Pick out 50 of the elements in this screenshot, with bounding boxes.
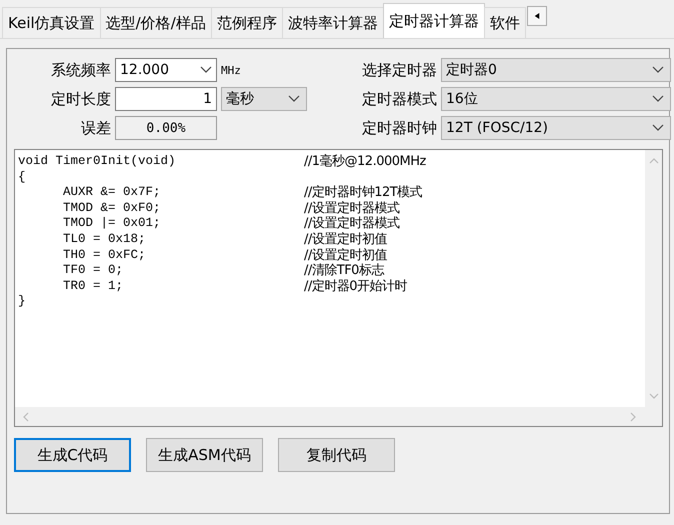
chevron-down-icon xyxy=(200,66,212,74)
code-comment: //清除TF0标志 xyxy=(304,263,384,279)
code-comment: //定时器时钟12T模式 xyxy=(304,185,422,201)
scroll-left-icon[interactable] xyxy=(21,412,31,422)
dropdown[interactable]: 16位 xyxy=(441,87,671,111)
unit-dropdown[interactable]: 毫秒 xyxy=(221,87,307,111)
action-button[interactable]: 复制代码 xyxy=(278,438,395,472)
duration-input[interactable]: 1 xyxy=(115,87,217,111)
field-label: 定时器时钟 xyxy=(361,118,437,138)
code-line: TR0 = 1; xyxy=(62,278,124,294)
chevron-down-icon xyxy=(652,124,664,132)
chevron-down-icon xyxy=(652,66,664,74)
scroll-right-icon[interactable] xyxy=(628,412,638,422)
field-label: 系统频率 xyxy=(50,60,111,80)
dropdown[interactable]: 定时器0 xyxy=(441,58,671,82)
field-label: 定时长度 xyxy=(50,90,111,108)
action-button[interactable]: 生成ASM代码 xyxy=(146,438,263,472)
field-label: 选择定时器 xyxy=(361,60,437,80)
code-comment: //1毫秒@12.000MHz xyxy=(304,154,426,170)
code-line: TMOD |= 0x01; xyxy=(62,216,162,232)
code-line: TF0 = 0; xyxy=(62,263,124,279)
code-line: { xyxy=(18,170,27,186)
field-label: 定时器模式 xyxy=(361,90,437,108)
code-line: TH0 = 0xFC; xyxy=(62,248,147,264)
code-comment: //设置定时初值 xyxy=(304,248,387,263)
code-line: } xyxy=(18,294,27,310)
chevron-down-icon xyxy=(288,95,300,103)
tab[interactable]: 软件 xyxy=(484,7,526,38)
scroll-down-icon[interactable] xyxy=(648,391,658,401)
action-button[interactable]: 生成C代码 xyxy=(14,438,131,472)
field-label: 误差 xyxy=(80,118,111,138)
code-line: AUXR &= 0x7F; xyxy=(62,185,162,201)
tab[interactable]: 定时器计算器 xyxy=(382,3,485,38)
code-line: void Timer0Init(void) xyxy=(18,154,177,170)
frequency-combo[interactable]: 12.000 xyxy=(115,58,217,82)
dropdown[interactable]: 12T (FOSC/12) xyxy=(441,116,671,140)
tab-scroll-button[interactable] xyxy=(526,6,547,26)
code-comment: //定时器0开始计时 xyxy=(304,278,408,294)
code-comment: //设置定时器模式 xyxy=(304,216,400,232)
scroll-up-icon[interactable] xyxy=(648,156,658,166)
triangle-left-icon xyxy=(534,12,540,20)
unit-label: MHz xyxy=(221,64,241,76)
code-line: TL0 = 0x18; xyxy=(62,232,147,248)
code-line: TMOD &= 0xF0; xyxy=(62,200,162,216)
chevron-down-icon xyxy=(652,95,664,103)
error-value: 0.00% xyxy=(115,116,217,140)
tab[interactable]: Keil仿真设置 xyxy=(2,7,101,38)
code-editor[interactable]: void Timer0Init(void) //1毫秒@12.000MHz { AUXR &= 0x7F; //定时器时钟12T模式 TMOD &= 0xF0; //设置定时器模式 TMOD |= 0x01; //设置定时器模式 TL0 = 0x18; //设置定时初值 TH0 = 0xFC; //设置定时初值 TF0 = 0; //清除TF0标志 TR0 = 1; //定时器0开始计时 } xyxy=(14,149,663,427)
code-comment: //设置定时初值 xyxy=(304,232,387,248)
code-comment: //设置定时器模式 xyxy=(304,200,400,216)
